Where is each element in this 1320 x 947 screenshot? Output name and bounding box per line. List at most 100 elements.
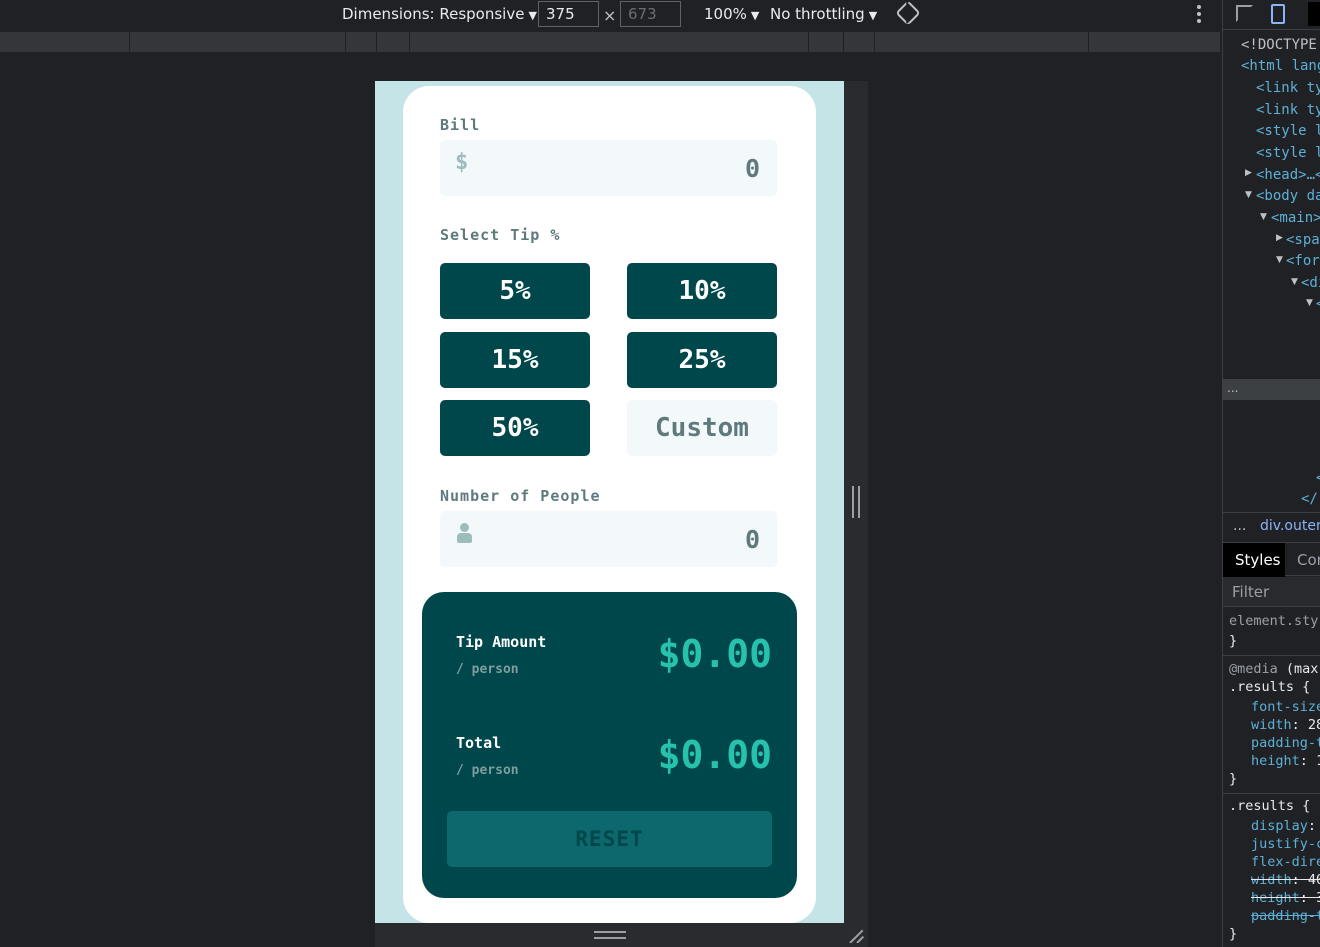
devtools-panel: <!DOCTYPE <html lang <link ty <link ty <…	[1222, 0, 1320, 947]
dom-node[interactable]: <di	[1301, 275, 1320, 291]
people-input[interactable]: 0	[440, 511, 777, 567]
collapse-icon[interactable]: ▼	[1245, 190, 1252, 200]
total-value: $0.00	[657, 733, 772, 777]
css-media-keyword: @media	[1229, 661, 1278, 677]
dom-node[interactable]: <style l	[1256, 123, 1320, 139]
dom-node[interactable]: <!DOCTYPE	[1241, 37, 1317, 53]
collapse-icon[interactable]: ▼	[1260, 212, 1267, 222]
height-input[interactable]: 673	[620, 1, 681, 27]
inspect-element-icon[interactable]	[1236, 5, 1253, 22]
more-options-icon[interactable]	[1196, 5, 1202, 25]
css-property[interactable]: justify-c	[1251, 836, 1320, 852]
css-colon: :	[1291, 717, 1300, 733]
css-selector[interactable]: element.sty	[1229, 613, 1318, 629]
times-icon: ×	[603, 6, 617, 25]
styles-filter-input[interactable]: Filter	[1223, 577, 1320, 607]
css-property[interactable]: padding-t	[1251, 735, 1320, 751]
dom-node[interactable]: <link ty	[1256, 102, 1320, 118]
total-per-person-label: / person	[456, 763, 519, 778]
dimensions-dropdown[interactable]: Dimensions: Responsive ▼	[342, 5, 537, 23]
css-colon: :	[1307, 818, 1317, 834]
bill-input[interactable]: $ 0	[440, 140, 777, 196]
css-property-row[interactable]: width: 28	[1251, 717, 1320, 733]
css-property: width	[1251, 872, 1292, 888]
expand-icon[interactable]: ▶	[1245, 168, 1252, 178]
tip-amount-label: Tip Amount	[456, 633, 547, 651]
css-media-query[interactable]: @media (max	[1229, 661, 1318, 677]
css-property: width	[1251, 717, 1292, 733]
css-media-condition: (max	[1285, 661, 1319, 677]
device-viewport: Bill $ 0 Select Tip % 5% 10% 15% 25% 50%…	[375, 81, 844, 923]
expand-icon[interactable]: ▶	[1276, 233, 1283, 243]
dom-node[interactable]: <link ty	[1256, 80, 1320, 96]
tip-label: Select Tip %	[440, 226, 561, 244]
css-colon: :	[1299, 890, 1308, 906]
css-colon: :	[1291, 872, 1300, 888]
css-property: height	[1251, 753, 1300, 769]
people-value: 0	[744, 525, 760, 554]
width-input[interactable]: 375	[538, 1, 599, 27]
css-value: 28	[1307, 717, 1320, 733]
throttling-dropdown[interactable]: No throttling ▼	[770, 5, 877, 23]
rotate-icon[interactable]	[895, 0, 921, 26]
resize-handle-right[interactable]	[852, 486, 860, 518]
css-property-row[interactable]: height: 1	[1251, 753, 1320, 769]
tip-button-15[interactable]: 15%	[440, 332, 590, 388]
tip-button-5[interactable]: 5%	[440, 263, 590, 319]
css-property-row[interactable]: display:	[1251, 818, 1316, 834]
tip-button-25[interactable]: 25%	[627, 332, 777, 388]
zoom-dropdown[interactable]: 100% ▼	[704, 5, 759, 23]
css-property-row[interactable]: width: 40	[1251, 872, 1320, 888]
css-property-row[interactable]: height: 3	[1251, 890, 1320, 906]
dom-node[interactable]: <	[1316, 296, 1320, 312]
dom-ellipsis-bar[interactable]: ...	[1223, 379, 1320, 400]
bill-label: Bill	[440, 116, 481, 134]
tip-button-50[interactable]: 50%	[440, 400, 590, 456]
resize-handle-bottom[interactable]	[594, 931, 626, 939]
dom-node[interactable]: <	[1316, 470, 1320, 486]
css-property[interactable]: font-size	[1251, 699, 1320, 715]
dom-node[interactable]: </	[1301, 491, 1318, 507]
results-panel: Tip Amount / person $0.00 Total / person…	[422, 592, 797, 898]
tab-computed[interactable]: Cor	[1297, 551, 1320, 569]
dom-node[interactable]: <main>	[1271, 210, 1320, 226]
bill-value: 0	[744, 154, 760, 183]
dom-node[interactable]: <style l	[1256, 145, 1320, 161]
dollar-icon: $	[455, 150, 469, 175]
tip-button-10[interactable]: 10%	[627, 263, 777, 319]
custom-tip-input[interactable]: Custom	[627, 400, 777, 456]
css-brace: }	[1229, 926, 1238, 942]
css-value: 40	[1307, 872, 1320, 888]
media-query-bar[interactable]	[0, 32, 1220, 52]
toolbar-overflow	[1308, 2, 1320, 26]
devtools-toolbar	[1223, 0, 1320, 30]
zoom-label: 100%	[704, 5, 747, 23]
tip-amount-value: $0.00	[657, 632, 772, 676]
dom-node[interactable]: <for	[1286, 253, 1320, 269]
dom-node[interactable]: <head>…</	[1256, 167, 1320, 183]
chevron-down-icon: ▼	[750, 9, 760, 22]
breadcrumb: ... div.outer-	[1223, 512, 1320, 542]
person-icon	[457, 523, 472, 543]
css-selector[interactable]: .results {	[1229, 798, 1310, 814]
resize-handle-corner[interactable]	[848, 927, 864, 943]
css-property[interactable]: padding-t	[1251, 908, 1320, 924]
breadcrumb-ellipsis[interactable]: ...	[1233, 518, 1246, 534]
dimensions-label: Dimensions: Responsive	[342, 5, 525, 23]
dom-node[interactable]: <html lang	[1241, 58, 1320, 74]
collapse-icon[interactable]: ▼	[1276, 255, 1283, 265]
css-property[interactable]: flex-dire	[1251, 854, 1320, 870]
device-toggle-icon[interactable]	[1271, 4, 1285, 24]
css-value: 3	[1316, 890, 1320, 906]
css-property: display	[1251, 818, 1308, 834]
dom-node[interactable]: <spa	[1286, 232, 1320, 248]
breadcrumb-item[interactable]: div.outer-	[1260, 518, 1320, 534]
calculator-card: Bill $ 0 Select Tip % 5% 10% 15% 25% 50%…	[403, 86, 816, 923]
css-brace: }	[1229, 771, 1238, 787]
dom-node[interactable]: <body da	[1256, 188, 1320, 204]
collapse-icon[interactable]: ▼	[1306, 298, 1313, 308]
css-selector[interactable]: .results {	[1229, 679, 1310, 695]
tab-styles[interactable]: Styles	[1223, 543, 1285, 577]
reset-button[interactable]: RESET	[447, 811, 772, 867]
collapse-icon[interactable]: ▼	[1291, 277, 1298, 287]
